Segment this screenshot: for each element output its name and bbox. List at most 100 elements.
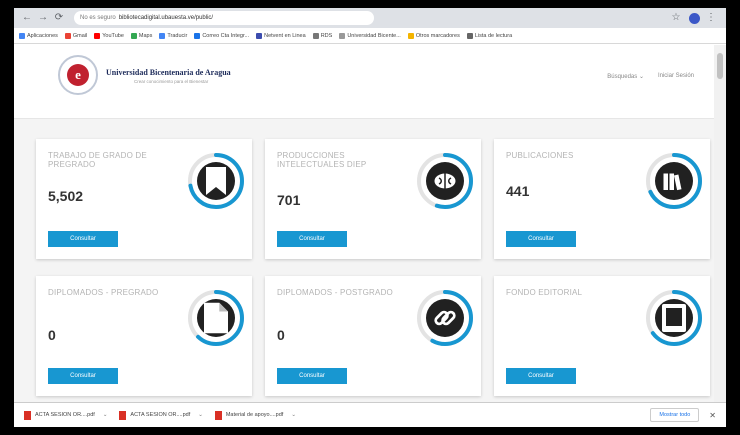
bookmark-mail[interactable]: Correo Cta Integr... [194, 32, 250, 39]
star-icon[interactable]: ☆ [669, 11, 683, 25]
link-icon [433, 306, 457, 330]
url-text: bibliotecadigital.ubauesta.ve/public/ [118, 15, 214, 21]
progress-ring [644, 288, 704, 348]
books-icon [662, 169, 686, 193]
card-title: PUBLICACIONES [506, 151, 574, 160]
collections-grid: TRABAJO DE GRADO DE PREGRADO 5,502 Consu… [14, 119, 714, 402]
consultar-button[interactable]: Consultar [48, 368, 118, 384]
logo-emblem: e [67, 64, 89, 86]
university-name: Universidad Bicentenaria de Aragua [106, 68, 231, 77]
site-header: e Universidad Bicentenaria de Aragua Cre… [14, 45, 714, 119]
card-title: PRODUCCIONES INTELECTUALES DIEP [277, 151, 367, 169]
download-filename: ACTA SESION OR....pdf [130, 412, 191, 418]
scrollbar-thumb[interactable] [717, 53, 723, 79]
progress-ring [644, 151, 704, 211]
progress-ring [186, 288, 246, 348]
card-title: TRABAJO DE GRADO DE PREGRADO [48, 151, 147, 169]
close-icon[interactable]: ✕ [709, 411, 716, 420]
bookmark-other[interactable]: Otros marcadores [407, 32, 460, 39]
bookmark-label: Otros marcadores [415, 32, 460, 39]
bookmark-icon [204, 167, 228, 195]
bookmark-reading-list[interactable]: Lista de lectura [466, 32, 513, 39]
university-logo[interactable]: e [58, 55, 98, 95]
card-diplomados-pregrado: DIPLOMADOS - PREGRADO 0 Consultar [36, 276, 252, 396]
card-count: 701 [277, 192, 301, 208]
bookmark-youtube[interactable]: YouTube [94, 32, 124, 39]
document-icon [204, 302, 228, 334]
mail-icon [194, 32, 201, 39]
consultar-button[interactable]: Consultar [506, 368, 576, 384]
show-all-downloads-button[interactable]: Mostrar todo [650, 408, 700, 422]
menu-icon[interactable]: ⋮ [704, 11, 718, 25]
reading-list-icon [466, 32, 473, 39]
page-scrollbar[interactable] [714, 45, 726, 402]
bookmark-label: Lista de lectura [474, 32, 513, 39]
apps-icon [19, 32, 25, 39]
bookmark-label: YouTube [102, 32, 124, 39]
pdf-icon [24, 410, 31, 420]
reload-icon[interactable]: ⟳ [52, 11, 66, 25]
address-bar: ← → ⟳ No es seguro bibliotecadigital.uba… [14, 8, 726, 28]
card-title: DIPLOMADOS - POSTGRADO [277, 288, 393, 297]
bookmark-label: Traducir [167, 32, 188, 39]
download-item[interactable]: ACTA SESION OR....pdf ⌄ [24, 410, 108, 420]
download-filename: ACTA SESION OR....pdf [35, 412, 95, 418]
card-diplomados-postgrado: DIPLOMADOS - POSTGRADO 0 Consultar [265, 276, 481, 396]
netvent-icon [256, 32, 263, 39]
card-count: 0 [277, 327, 285, 343]
bookmark-label: Aplicaciones [27, 32, 58, 39]
card-publicaciones: PUBLICACIONES 441 Consultar [494, 139, 710, 259]
rds-icon [312, 32, 319, 39]
bookmark-maps[interactable]: Maps [130, 32, 153, 39]
bookmark-label: Universidad Bicente... [347, 32, 401, 39]
bookmark-translate[interactable]: Traducir [159, 32, 188, 39]
forward-icon[interactable]: → [36, 11, 50, 25]
chevron-down-icon[interactable]: ⌄ [198, 412, 203, 418]
book-icon [662, 304, 686, 332]
bookmark-rds[interactable]: RDS [312, 32, 333, 39]
consultar-button[interactable]: Consultar [506, 231, 576, 247]
progress-ring [415, 288, 475, 348]
progress-ring [186, 151, 246, 211]
bookmark-university[interactable]: Universidad Bicente... [339, 32, 401, 39]
bookmark-label: Maps [138, 32, 153, 39]
globe-icon [339, 32, 346, 39]
profile-avatar[interactable] [689, 12, 700, 24]
maps-icon [130, 32, 137, 39]
downloads-bar: ACTA SESION OR....pdf ⌄ ACTA SESION OR...… [14, 402, 726, 427]
bookmark-apps[interactable]: Aplicaciones [19, 32, 58, 39]
not-secure-indicator[interactable]: No es seguro [80, 15, 116, 21]
bookmark-netvent[interactable]: Netvent en Linea [256, 32, 306, 39]
back-icon[interactable]: ← [20, 11, 34, 25]
browser-window: ← → ⟳ No es seguro bibliotecadigital.uba… [14, 8, 726, 427]
youtube-icon [94, 32, 101, 39]
bookmark-gmail[interactable]: Gmail [64, 32, 87, 39]
card-count: 0 [48, 327, 56, 343]
nav-busquedas[interactable]: Búsquedas ⌄ [607, 73, 644, 80]
pdf-icon [214, 410, 222, 420]
bookmark-label: RDS [320, 32, 333, 39]
card-trabajo-de-grado: TRABAJO DE GRADO DE PREGRADO 5,502 Consu… [36, 139, 252, 259]
card-count: 441 [506, 183, 530, 199]
brain-icon [433, 169, 457, 193]
translate-icon [159, 32, 166, 39]
pdf-icon [119, 410, 127, 420]
url-input[interactable]: No es seguro bibliotecadigital.ubauesta.… [74, 11, 374, 25]
download-filename: Material de apoyo....pdf [225, 412, 284, 418]
chevron-down-icon[interactable]: ⌄ [103, 412, 108, 418]
gmail-icon [64, 32, 71, 39]
nav-iniciar-sesion[interactable]: Iniciar Sesión [658, 73, 694, 80]
bookmarks-bar: Aplicaciones Gmail YouTube Maps Traducir… [14, 28, 726, 44]
bookmark-label: Correo Cta Integr... [202, 32, 250, 39]
university-tagline: Crear conocimiento para el Bienestar [134, 79, 209, 84]
folder-icon [407, 32, 414, 39]
download-item[interactable]: Material de apoyo....pdf ⌄ [214, 410, 296, 420]
consultar-button[interactable]: Consultar [48, 231, 118, 247]
card-title: DIPLOMADOS - PREGRADO [48, 288, 159, 297]
download-item[interactable]: ACTA SESION OR....pdf ⌄ [119, 410, 203, 420]
card-producciones-intelectuales: PRODUCCIONES INTELECTUALES DIEP 701 Cons… [265, 139, 481, 259]
consultar-button[interactable]: Consultar [277, 368, 347, 384]
card-title: FONDO EDITORIAL [506, 288, 583, 297]
consultar-button[interactable]: Consultar [277, 231, 347, 247]
chevron-down-icon[interactable]: ⌄ [291, 412, 296, 418]
